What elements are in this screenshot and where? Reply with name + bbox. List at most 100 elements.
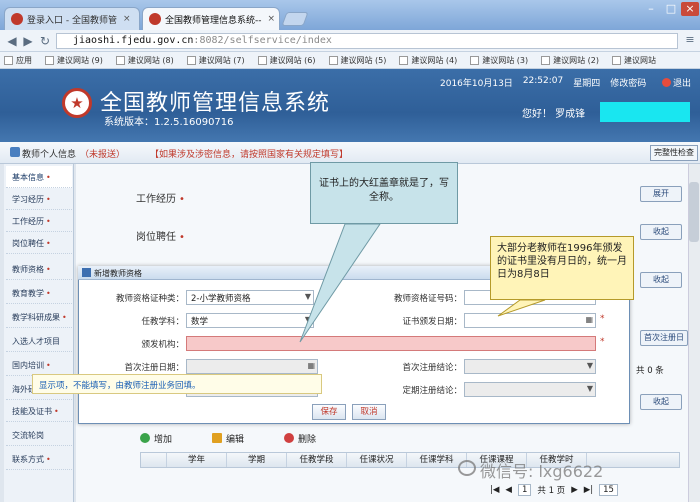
change-password-link[interactable]: 修改密码: [610, 76, 646, 89]
header-weekday: 星期四: [573, 79, 601, 89]
scrollbar-thumb[interactable]: [689, 182, 699, 242]
tab-system[interactable]: 全国教师管理信息系统-- ×: [142, 7, 280, 30]
close-tab-icon[interactable]: ×: [123, 14, 131, 24]
sidebar-item-talent[interactable]: 入选人才项目: [6, 330, 72, 352]
close-window-button[interactable]: ×: [681, 2, 699, 16]
sidebar-item-contact[interactable]: 联系方式 •: [6, 448, 72, 470]
bookmark-item[interactable]: 建议网站 (8): [115, 55, 174, 66]
add-button[interactable]: 增加: [140, 430, 172, 446]
chevron-down-icon: ▼: [586, 361, 593, 370]
header-date: 2016年10月13日: [440, 79, 513, 89]
favicon-icon: [149, 13, 161, 25]
forward-icon[interactable]: ▶: [20, 33, 36, 49]
page-size-select[interactable]: 15: [599, 484, 618, 496]
sidebar-item-study[interactable]: 学习经历 •: [6, 188, 72, 210]
pager-total: 共 0 条: [636, 366, 664, 376]
save-button[interactable]: 保存: [312, 404, 346, 420]
edit-icon: [212, 433, 223, 443]
exit-button[interactable]: 退出: [662, 76, 691, 89]
favicon-icon: [11, 13, 23, 25]
minimize-button[interactable]: –: [642, 2, 660, 16]
delete-button[interactable]: 删除: [284, 430, 316, 446]
collapse-button[interactable]: 收起: [640, 394, 682, 410]
pager: |◀ ◀ 1 共 1 页 ▶ ▶| 15: [490, 484, 618, 496]
cert-no-label: 教师资格证号码：: [393, 294, 462, 304]
integrity-check-button[interactable]: 完整性检查: [650, 145, 698, 161]
sidebar-item-basic[interactable]: 基本信息 •: [6, 166, 72, 188]
first-page-icon[interactable]: |◀: [490, 485, 499, 495]
sidebar-item-domestic-training[interactable]: 国内培训 •: [6, 354, 72, 376]
collapse-button[interactable]: 收起: [640, 224, 682, 240]
next-page-icon[interactable]: ▶: [571, 485, 578, 495]
bookmark-item[interactable]: 建议网站 (6): [257, 55, 316, 66]
wrench-icon[interactable]: ≡: [683, 33, 697, 49]
bookmark-item[interactable]: 建议网站 (5): [328, 55, 386, 66]
page-icon: [45, 55, 54, 65]
wechat-icon: [458, 460, 476, 476]
first-reg-label: 首次注册日期：: [124, 363, 184, 373]
cancel-button[interactable]: 取消: [352, 404, 386, 420]
status-badge: （未报送）: [80, 150, 126, 160]
first-reg-date-input: ▦: [186, 359, 318, 374]
bookmark-item[interactable]: 建议网站 (9): [45, 55, 103, 66]
bookmark-item[interactable]: 建议网站 (7): [186, 55, 245, 66]
sidebar-item-research[interactable]: 教学科研成果 •: [6, 306, 72, 328]
url-input[interactable]: jiaoshi.fjedu.gov.cn:8082/selfservice/in…: [56, 33, 678, 49]
issue-date-input[interactable]: ▦: [464, 313, 596, 328]
last-page-icon[interactable]: ▶|: [584, 485, 593, 495]
issue-date-label: 证书颁发日期：: [402, 317, 462, 327]
grid-col[interactable]: 任教学段: [287, 453, 347, 467]
section-work-label: 工作经历 •: [136, 194, 185, 205]
sidebar-item-skills[interactable]: 技能及证书 •: [6, 400, 72, 422]
first-reg-result-select: ▼: [464, 359, 596, 374]
collapse-button[interactable]: 收起: [640, 272, 682, 288]
page-icon: [257, 55, 267, 65]
calendar-icon: ▦: [307, 361, 315, 370]
page-icon: [612, 55, 621, 65]
sidebar-item-teaching[interactable]: 教育教学 •: [6, 282, 72, 304]
close-tab-icon[interactable]: ×: [268, 14, 276, 24]
subject-label: 任教学科：: [141, 317, 184, 327]
tab-login[interactable]: 登录入口 - 全国教师管 ×: [4, 7, 140, 30]
bookmark-item[interactable]: 建议网站 (3): [470, 55, 528, 66]
page-icon: [328, 55, 338, 65]
sidebar-item-post[interactable]: 岗位聘任 •: [6, 232, 72, 254]
grid-col[interactable]: 学年: [167, 453, 227, 467]
reload-icon[interactable]: ↻: [37, 33, 53, 49]
redaction-mask: [600, 102, 690, 122]
watermark: 微信号: lxg6622: [480, 462, 604, 481]
section-post-label: 岗位聘任 •: [136, 232, 185, 243]
chevron-down-icon: ▼: [304, 315, 311, 324]
first-reg-result-label: 首次注册结论：: [402, 363, 462, 373]
bookmark-item[interactable]: 建议网站: [612, 55, 656, 66]
bookmark-item[interactable]: 建议网站 (4): [399, 55, 457, 66]
grid-col[interactable]: [141, 453, 167, 467]
grid-col[interactable]: 任课状况: [347, 453, 407, 467]
page-number-input[interactable]: 1: [517, 484, 532, 496]
prev-page-icon[interactable]: ◀: [505, 485, 512, 495]
header-time: 22:52:07: [522, 76, 564, 86]
info-title: 教师个人信息 （未报送）: [22, 150, 126, 160]
grid-col[interactable]: 学期: [227, 453, 287, 467]
sidebar-item-qualification[interactable]: 教师资格 •: [6, 258, 72, 280]
back-icon[interactable]: ◀: [4, 33, 20, 49]
grid-toolbar: 增加 编辑 删除: [140, 430, 620, 446]
first-register-header[interactable]: 首次注册日: [640, 330, 688, 346]
issuer-input[interactable]: [186, 336, 596, 351]
user-greeting: 您好！ 罗成锋: [522, 109, 586, 120]
page-icon: [399, 55, 409, 65]
sidebar-item-rotation[interactable]: 交流轮岗: [6, 424, 72, 446]
bookmark-item[interactable]: 建议网站 (2): [541, 55, 599, 66]
maximize-button[interactable]: □: [662, 2, 680, 16]
calendar-icon: ▦: [585, 315, 593, 324]
cert-type-select[interactable]: 2-小学教师资格 ▼: [186, 290, 314, 305]
expand-button[interactable]: 展开: [640, 186, 682, 202]
header-datetime: 2016年10月13日 22:52:07 星期四 修改密码: [440, 76, 646, 89]
bookmark-apps[interactable]: 应用: [4, 55, 32, 66]
sidebar-item-work[interactable]: 工作经历 •: [6, 210, 72, 232]
emblem-icon: ★: [62, 88, 92, 118]
chevron-down-icon: ▼: [304, 292, 311, 301]
subject-select[interactable]: 数学 ▼: [186, 313, 314, 328]
chevron-down-icon: ▼: [586, 384, 593, 393]
edit-button[interactable]: 编辑: [212, 430, 244, 446]
